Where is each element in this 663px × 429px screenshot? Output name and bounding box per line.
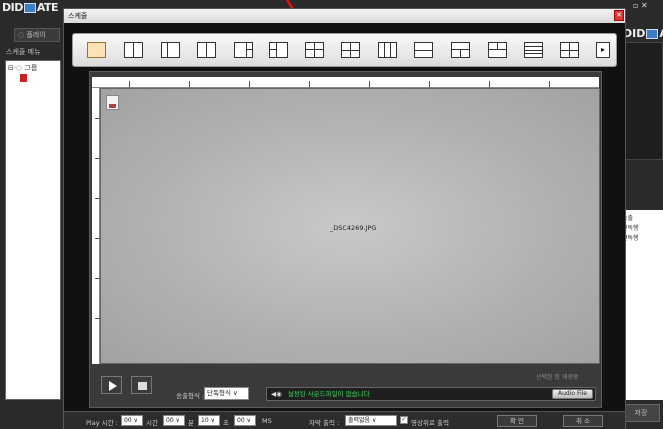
close-button[interactable]: ✕ xyxy=(614,10,624,21)
days-select[interactable]: 00 ∨ xyxy=(121,415,143,426)
seconds-select[interactable]: 00 ∨ xyxy=(234,415,256,426)
ms-label: MS xyxy=(262,417,272,425)
output-mode-label: 송출형식 : xyxy=(176,392,205,400)
layout-4row-icon[interactable] xyxy=(524,42,543,58)
layout-grid-2x2-icon[interactable] xyxy=(560,42,579,58)
stop-icon xyxy=(138,382,147,390)
app-logo: DID ATE xyxy=(2,1,59,14)
layout-left-split-icon[interactable] xyxy=(269,42,288,58)
subtitle-output-label: 자막 출력 : xyxy=(309,419,340,427)
tab-play[interactable]: ◌ 플레이 xyxy=(14,28,60,42)
audio-file-button[interactable]: Audio File xyxy=(552,389,593,399)
output-mode-select[interactable]: 단독형식 ∨ xyxy=(204,387,249,400)
play-button[interactable] xyxy=(101,376,122,394)
tree-group-node[interactable]: ⊟·◌ 그룹 xyxy=(8,63,37,73)
window-controls[interactable]: ▫ ✕ xyxy=(633,1,648,10)
layout-2x1-right-icon[interactable] xyxy=(234,42,253,58)
seconds-label: 초 xyxy=(223,419,229,427)
file-name-label: _DSC4269.JPG xyxy=(330,224,377,232)
schedule-file-icon xyxy=(20,74,27,82)
save-button[interactable]: 저장 xyxy=(622,404,660,422)
layout-3col-icon[interactable] xyxy=(378,42,397,58)
play-icon xyxy=(109,381,117,391)
hours-label: 시간 xyxy=(146,419,158,427)
layout-2col-b-icon[interactable] xyxy=(161,42,180,58)
schedule-dialog: 스케쥴 ✕ ▸ _DSC4269.JPG 선택된 창 재생중 송출형식: 단독… xyxy=(63,8,626,429)
schedule-menu-label: 스케쥴 메뉴 xyxy=(6,48,41,56)
audio-status-bar: ◀◉ 설정된 사운드파일이 없습니다 xyxy=(266,387,596,401)
ok-button[interactable]: 확 인 xyxy=(497,415,537,427)
schedule-tree[interactable]: ⊟·◌ 그룹 xyxy=(5,60,61,400)
minutes-label: 분 xyxy=(188,419,194,427)
speaker-icon: ◀◉ xyxy=(271,390,282,398)
layout-top-split-icon[interactable] xyxy=(488,42,507,58)
next-layouts-button[interactable]: ▸ xyxy=(596,42,610,58)
horizontal-ruler xyxy=(92,77,599,88)
layout-2row-b-icon[interactable] xyxy=(451,42,470,58)
hours-select[interactable]: 00 ∨ xyxy=(163,415,185,426)
minutes-select[interactable]: 10 ∨ xyxy=(198,415,220,426)
audio-message: 설정된 사운드파일이 없습니다 xyxy=(287,390,370,398)
playback-status-label: 선택된 창 재생중 xyxy=(536,374,579,381)
layout-2row-icon[interactable] xyxy=(414,42,433,58)
dialog-title: 스케쥴 xyxy=(64,9,625,23)
app-logo-right: DIDAT xyxy=(623,27,663,40)
stop-button[interactable] xyxy=(131,376,152,394)
layout-single-icon[interactable] xyxy=(87,42,106,58)
vertical-ruler xyxy=(92,88,100,364)
play-time-label: Play 시간 : xyxy=(86,419,118,427)
layout-toolbar: ▸ xyxy=(72,33,617,67)
layout-2col-icon[interactable] xyxy=(124,42,143,58)
layout-2col-c-icon[interactable] xyxy=(197,42,216,58)
layout-grid-4b-icon[interactable] xyxy=(341,42,360,58)
subtitle-output-select[interactable]: 출력없음 ∨ xyxy=(345,415,397,426)
overlay-checkbox[interactable]: ✓ xyxy=(400,416,408,424)
image-file-icon[interactable] xyxy=(106,95,119,110)
cancel-button[interactable]: 취 소 xyxy=(563,415,603,427)
layout-grid-4-icon[interactable] xyxy=(305,42,324,58)
overlay-checkbox-label: 영상위로 출력 xyxy=(411,419,449,427)
bottom-settings-bar: Play 시간 : 00 ∨ 시간 00 ∨ 분 10 ∨ 초 00 ∨ MS … xyxy=(64,411,625,429)
